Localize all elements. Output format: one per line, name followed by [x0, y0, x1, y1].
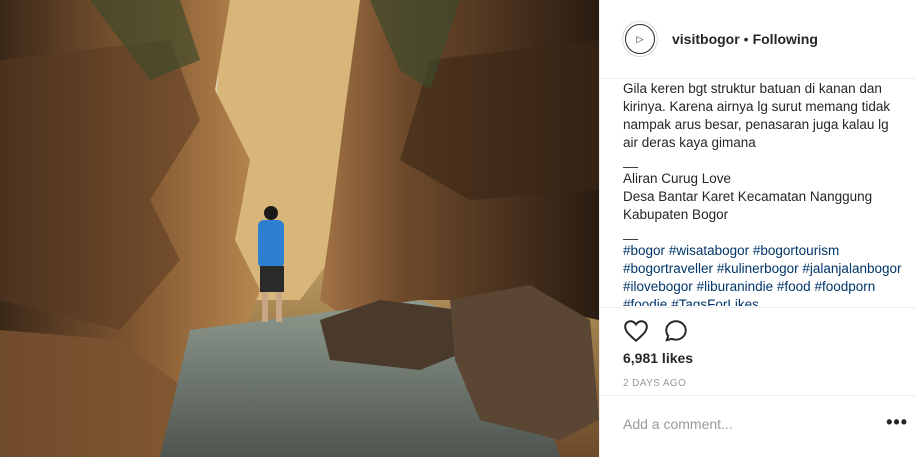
- hashtag-link[interactable]: #foodie: [623, 297, 667, 306]
- hashtag-link[interactable]: #wisatabogor: [669, 243, 749, 258]
- location-line: Desa Bantar Karet Kecamatan Nanggung: [623, 189, 873, 204]
- action-icons: [600, 308, 917, 346]
- hashtag-link[interactable]: #TagsForLikes: [671, 297, 759, 306]
- separator-dot: •: [743, 31, 749, 47]
- hashtag-link[interactable]: #liburanindie: [697, 279, 774, 294]
- post-header: ▷ visitbogor • Following: [600, 0, 917, 79]
- post-timestamp[interactable]: 2 DAYS AGO: [623, 378, 686, 389]
- comment-input[interactable]: Add a comment...: [623, 416, 733, 432]
- post-side-panel: ▷ visitbogor • Following Gila keren bgt …: [599, 0, 917, 457]
- location-line: Aliran Curug Love: [623, 171, 732, 186]
- hashtag-link[interactable]: #food: [777, 279, 811, 294]
- caption-dash: __: [623, 225, 639, 240]
- hashtag-link[interactable]: #bogortraveller: [623, 261, 713, 276]
- post-actions: 6,981 likes 2 DAYS AGO: [600, 307, 917, 389]
- heart-icon[interactable]: [623, 318, 649, 344]
- comment-bubble-icon[interactable]: [663, 318, 689, 344]
- canyon-photo: [0, 0, 599, 457]
- play-logo-icon: ▷: [625, 24, 655, 54]
- post-photo[interactable]: [0, 0, 599, 457]
- hashtag-link[interactable]: #jalanjalanbogor: [802, 261, 901, 276]
- hashtag-link[interactable]: #bogortourism: [753, 243, 839, 258]
- more-options-icon[interactable]: •••: [886, 412, 908, 433]
- instagram-post: ▷ visitbogor • Following Gila keren bgt …: [0, 0, 917, 457]
- following-button[interactable]: Following: [753, 31, 818, 47]
- hashtag-link[interactable]: #foodporn: [814, 279, 875, 294]
- comment-bar: Add a comment... •••: [600, 395, 917, 457]
- hashtag-link[interactable]: #kulinerbogor: [717, 261, 799, 276]
- hashtag-link[interactable]: #bogor: [623, 243, 665, 258]
- caption-body: Gila keren bgt struktur batuan di kanan …: [623, 81, 891, 150]
- avatar[interactable]: ▷: [622, 21, 658, 57]
- location-line: Kabupaten Bogor: [623, 207, 729, 222]
- caption: Gila keren bgt struktur batuan di kanan …: [623, 80, 905, 306]
- like-count[interactable]: 6,981 likes: [623, 350, 693, 366]
- caption-dash: __: [623, 153, 639, 168]
- username-link[interactable]: visitbogor: [672, 31, 740, 47]
- hashtag-link[interactable]: #ilovebogor: [623, 279, 693, 294]
- hashtags: #bogor #wisatabogor #bogortourism #bogor…: [623, 242, 905, 306]
